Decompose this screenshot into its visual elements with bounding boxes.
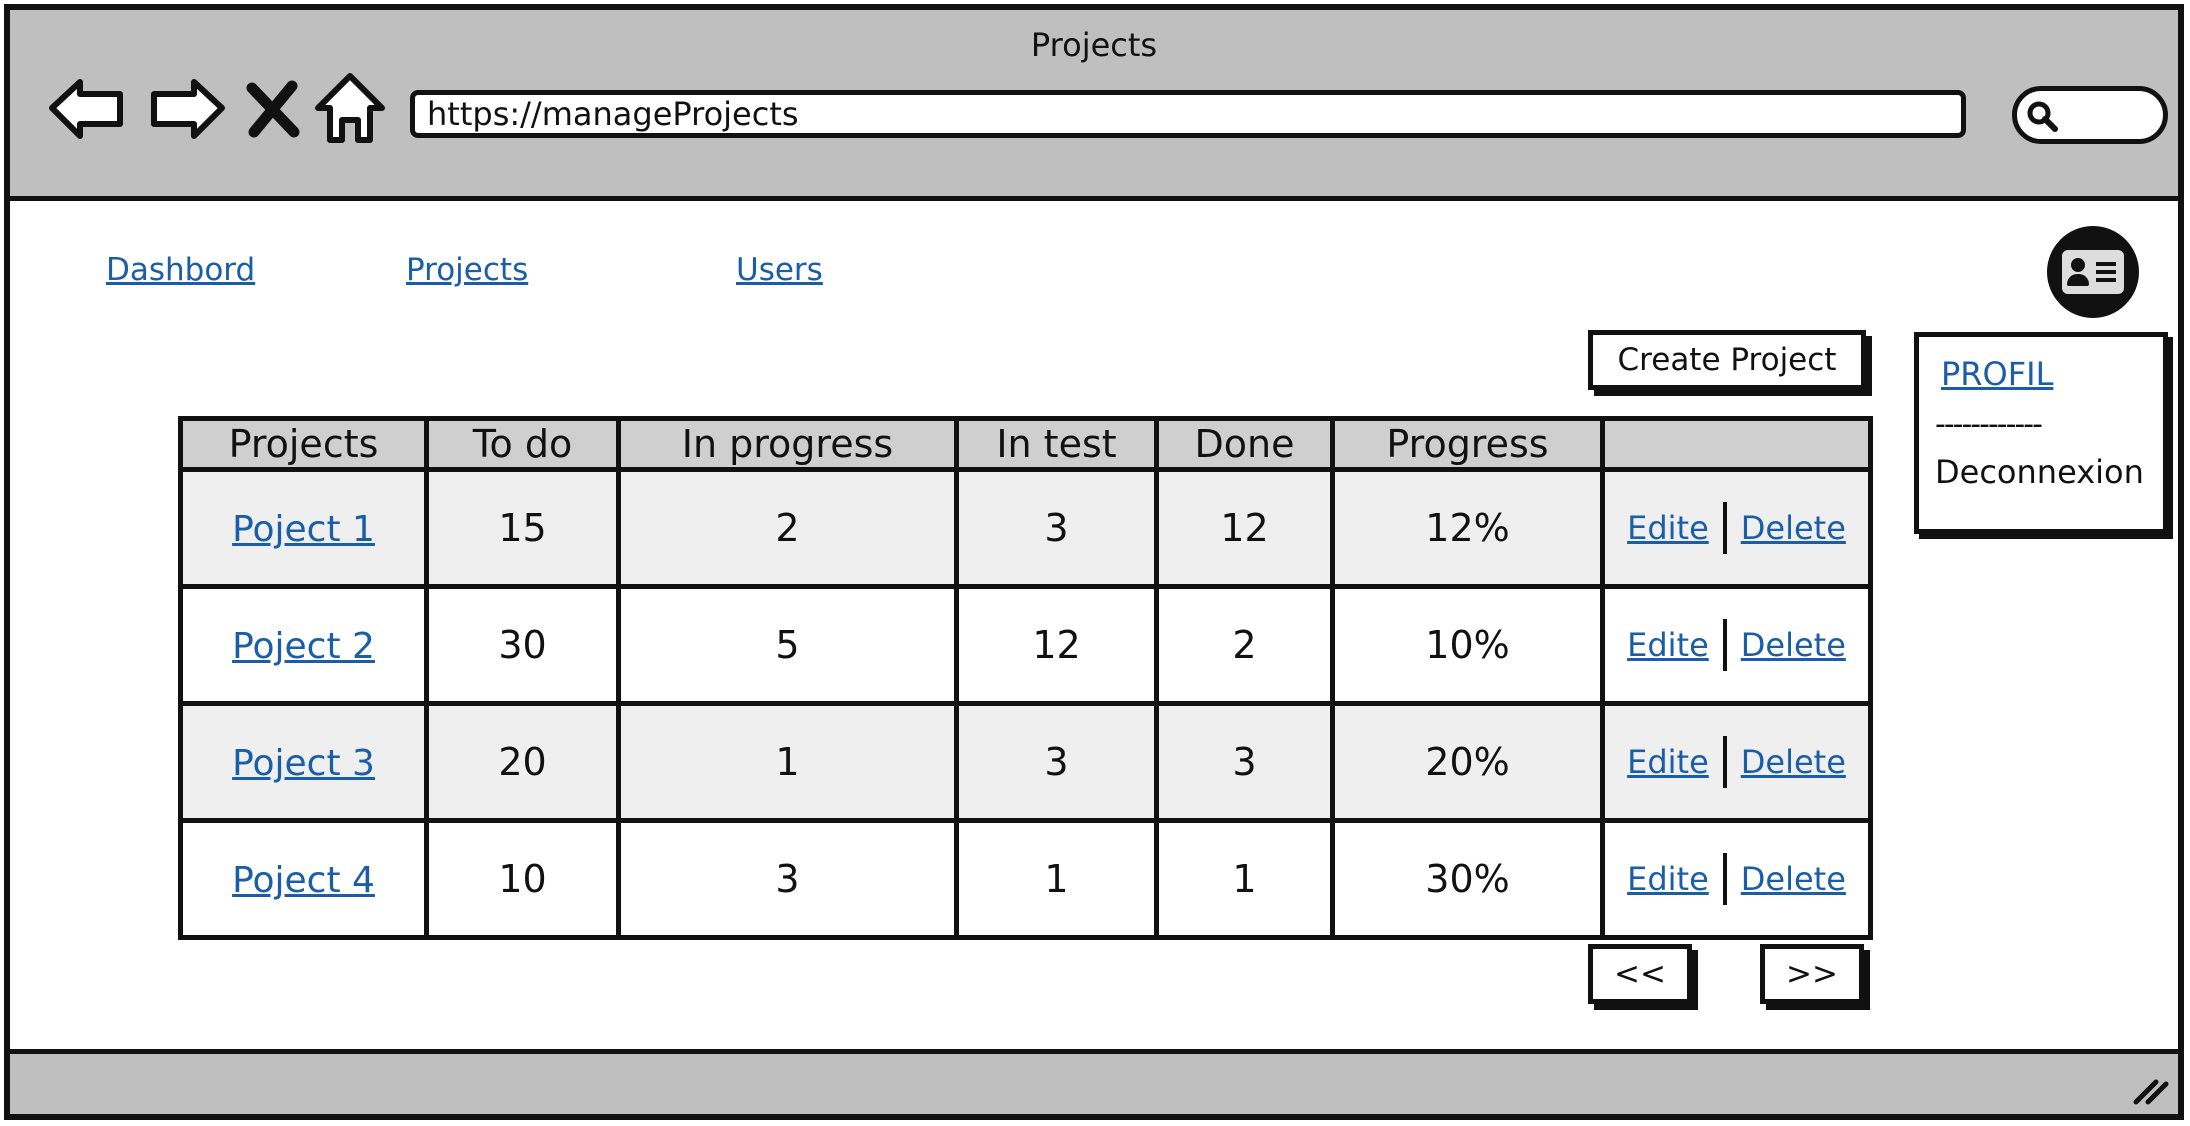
done-cell: 1 bbox=[1154, 818, 1335, 940]
search-icon bbox=[2027, 101, 2058, 132]
next-page-button[interactable]: >> bbox=[1760, 944, 1864, 1004]
nav-dashboard-link[interactable]: Dashbord bbox=[106, 252, 255, 288]
back-arrow-icon[interactable] bbox=[46, 66, 130, 150]
project-link[interactable]: Poject 2 bbox=[232, 626, 375, 667]
row-actions: Edite Delete bbox=[1605, 853, 1868, 905]
delete-link[interactable]: Delete bbox=[1741, 860, 1846, 898]
done-cell: 2 bbox=[1154, 584, 1335, 706]
progress-cell: 20% bbox=[1330, 701, 1605, 823]
todo-cell: 20 bbox=[424, 701, 621, 823]
project-link[interactable]: Poject 3 bbox=[232, 743, 375, 784]
in-progress-cell: 1 bbox=[616, 701, 959, 823]
in-test-cell: 1 bbox=[954, 818, 1159, 940]
status-bar bbox=[10, 1049, 2178, 1114]
progress-cell: 10% bbox=[1330, 584, 1605, 706]
profile-link[interactable]: PROFIL bbox=[1941, 355, 2053, 393]
url-input[interactable]: https://manageProjects bbox=[410, 90, 1966, 138]
progress-cell: 12% bbox=[1330, 467, 1605, 589]
column-header-actions bbox=[1600, 416, 1873, 472]
delete-link[interactable]: Delete bbox=[1741, 743, 1846, 781]
user-avatar-icon[interactable] bbox=[2047, 226, 2139, 318]
edit-link[interactable]: Edite bbox=[1627, 509, 1709, 547]
table-row: Poject 3 20 1 3 3 20% Edite Delete bbox=[178, 701, 1873, 823]
forward-arrow-icon[interactable] bbox=[144, 66, 228, 150]
edit-link[interactable]: Edite bbox=[1627, 626, 1709, 664]
delete-link[interactable]: Delete bbox=[1741, 509, 1846, 547]
progress-cell: 30% bbox=[1330, 818, 1605, 940]
column-header-in-test: In test bbox=[954, 416, 1159, 472]
search-input[interactable] bbox=[2012, 86, 2168, 144]
action-divider bbox=[1722, 619, 1727, 671]
in-test-cell: 12 bbox=[954, 584, 1159, 706]
resize-grip-icon[interactable] bbox=[2130, 1068, 2170, 1108]
column-header-todo: To do bbox=[424, 416, 621, 472]
projects-table: Projects To do In progress In test Done … bbox=[178, 416, 1873, 940]
done-cell: 3 bbox=[1154, 701, 1335, 823]
todo-cell: 15 bbox=[424, 467, 621, 589]
browser-chrome: Projects https://manageProjects bbox=[10, 10, 2178, 201]
logout-item[interactable]: Deconnexion bbox=[1935, 453, 2144, 491]
table-row: Poject 1 15 2 3 12 12% Edite Delete bbox=[178, 467, 1873, 589]
in-progress-cell: 2 bbox=[616, 467, 959, 589]
project-link[interactable]: Poject 4 bbox=[232, 860, 375, 901]
row-actions: Edite Delete bbox=[1605, 736, 1868, 788]
nav-users-link[interactable]: Users bbox=[736, 252, 823, 288]
todo-cell: 30 bbox=[424, 584, 621, 706]
action-divider bbox=[1722, 736, 1727, 788]
action-divider bbox=[1722, 502, 1727, 554]
window-title: Projects bbox=[1030, 26, 1158, 64]
column-header-progress: Progress bbox=[1330, 416, 1605, 472]
table-row: Poject 4 10 3 1 1 30% Edite Delete bbox=[178, 818, 1873, 940]
project-link[interactable]: Poject 1 bbox=[232, 509, 375, 550]
browser-window: Projects https://manageProjects Dashbord… bbox=[4, 4, 2184, 1120]
table-row: Poject 2 30 5 12 2 10% Edite Delete bbox=[178, 584, 1873, 706]
in-test-cell: 3 bbox=[954, 701, 1159, 823]
delete-link[interactable]: Delete bbox=[1741, 626, 1846, 664]
in-progress-cell: 3 bbox=[616, 818, 959, 940]
in-test-cell: 3 bbox=[954, 467, 1159, 589]
edit-link[interactable]: Edite bbox=[1627, 743, 1709, 781]
row-actions: Edite Delete bbox=[1605, 619, 1868, 671]
column-header-in-progress: In progress bbox=[616, 416, 959, 472]
in-progress-cell: 5 bbox=[616, 584, 959, 706]
table-header-row: Projects To do In progress In test Done … bbox=[178, 416, 1873, 472]
column-header-projects: Projects bbox=[178, 416, 429, 472]
close-x-icon[interactable] bbox=[238, 66, 308, 150]
action-divider bbox=[1722, 853, 1727, 905]
edit-link[interactable]: Edite bbox=[1627, 860, 1709, 898]
row-actions: Edite Delete bbox=[1605, 502, 1868, 554]
done-cell: 12 bbox=[1154, 467, 1335, 589]
column-header-done: Done bbox=[1154, 416, 1335, 472]
create-project-button[interactable]: Create Project bbox=[1588, 330, 1866, 390]
home-icon[interactable] bbox=[310, 66, 390, 150]
menu-separator: ------------ bbox=[1935, 407, 2043, 442]
profile-dropdown: PROFIL ------------ Deconnexion bbox=[1914, 332, 2168, 534]
nav-projects-link[interactable]: Projects bbox=[406, 252, 528, 288]
todo-cell: 10 bbox=[424, 818, 621, 940]
previous-page-button[interactable]: << bbox=[1588, 944, 1692, 1004]
